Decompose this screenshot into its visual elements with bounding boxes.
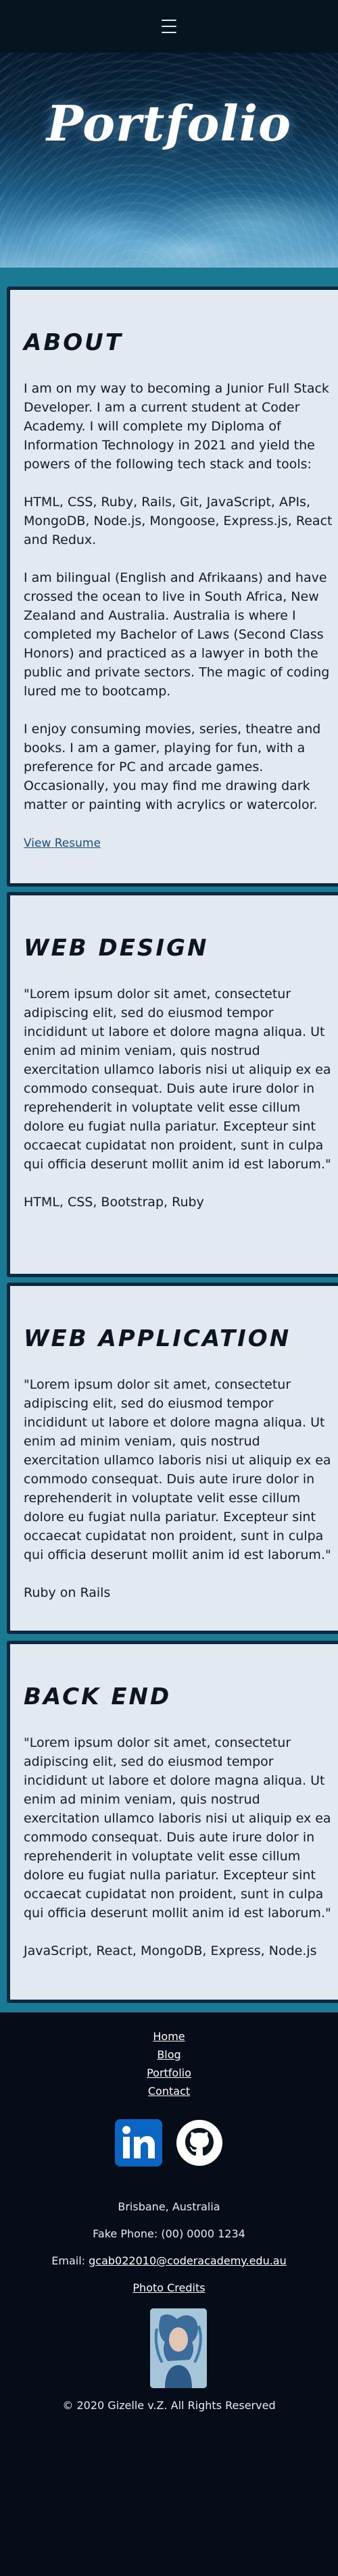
web-application-heading: Web Application: [24, 1325, 291, 1352]
web-design-stack: HTML, CSS, Bootstrap, Ruby: [24, 1195, 204, 1210]
back-end-card: Back End "Lorem ipsum dolor sit amet, co…: [7, 1641, 338, 2003]
about-paragraph-1: I am on my way to becoming a Junior Full…: [24, 381, 329, 472]
back-end-text: "Lorem ipsum dolor sit amet, consectetur…: [24, 1735, 331, 1921]
footer-location: Brisbane, Australia: [118, 2200, 220, 2213]
footer-link-portfolio[interactable]: Portfolio: [0, 2064, 338, 2082]
hamburger-menu-icon[interactable]: [162, 20, 176, 33]
web-application-text: "Lorem ipsum dolor sit amet, consectetur…: [24, 1377, 331, 1562]
web-design-card: Web Design "Lorem ipsum dolor sit amet, …: [7, 892, 338, 1277]
linkedin-icon[interactable]: [114, 2118, 164, 2168]
footer-link-home[interactable]: Home: [0, 2027, 338, 2046]
footer: Home Blog Portfolio Contact Brisbane, Au…: [0, 2012, 338, 2576]
water-background: [0, 53, 338, 268]
footer-email-link[interactable]: gcab022010@coderacademy.edu.au: [89, 2254, 287, 2267]
web-design-heading: Web Design: [24, 935, 209, 962]
footer-phone: Fake Phone: (00) 0000 1234: [93, 2227, 245, 2240]
page-title: Portfolio: [46, 95, 292, 152]
profile-image: [150, 2308, 207, 2388]
view-resume-link[interactable]: View Resume: [24, 837, 101, 850]
footer-link-contact[interactable]: Contact: [0, 2082, 338, 2100]
back-end-heading: Back End: [24, 1683, 172, 1710]
social-links: [0, 2118, 338, 2168]
footer-nav: Home Blog Portfolio Contact: [0, 2027, 338, 2100]
about-paragraph-4: I enjoy consuming movies, series, theatr…: [24, 722, 321, 812]
about-heading: About: [24, 329, 123, 356]
footer-credits-row: Photo Credits: [0, 2281, 338, 2294]
about-card: About I am on my way to becoming a Junio…: [7, 287, 338, 887]
footer-email-label: Email:: [51, 2254, 89, 2267]
web-application-stack: Ruby on Rails: [24, 1585, 111, 1600]
photo-credits-link[interactable]: Photo Credits: [132, 2281, 205, 2294]
back-end-stack: JavaScript, React, MongoDB, Express, Nod…: [24, 1943, 317, 1958]
main-content: About I am on my way to becoming a Junio…: [0, 268, 338, 2012]
hero-banner: Portfolio: [0, 53, 338, 268]
footer-link-blog[interactable]: Blog: [0, 2046, 338, 2064]
footer-email-row: Email: gcab022010@coderacademy.edu.au: [0, 2254, 338, 2267]
github-icon[interactable]: [174, 2118, 224, 2168]
about-paragraph-2: HTML, CSS, Ruby, Rails, Git, JavaScript,…: [24, 495, 333, 547]
about-paragraph-3: I am bilingual (English and Afrikaans) a…: [24, 570, 330, 699]
footer-copyright: © 2020 Gizelle v.Z. All Rights Reserved: [62, 2399, 276, 2412]
web-design-text: "Lorem ipsum dolor sit amet, consectetur…: [24, 987, 331, 1172]
web-application-card: Web Application "Lorem ipsum dolor sit a…: [7, 1283, 338, 1634]
top-nav-bar: [0, 0, 338, 53]
